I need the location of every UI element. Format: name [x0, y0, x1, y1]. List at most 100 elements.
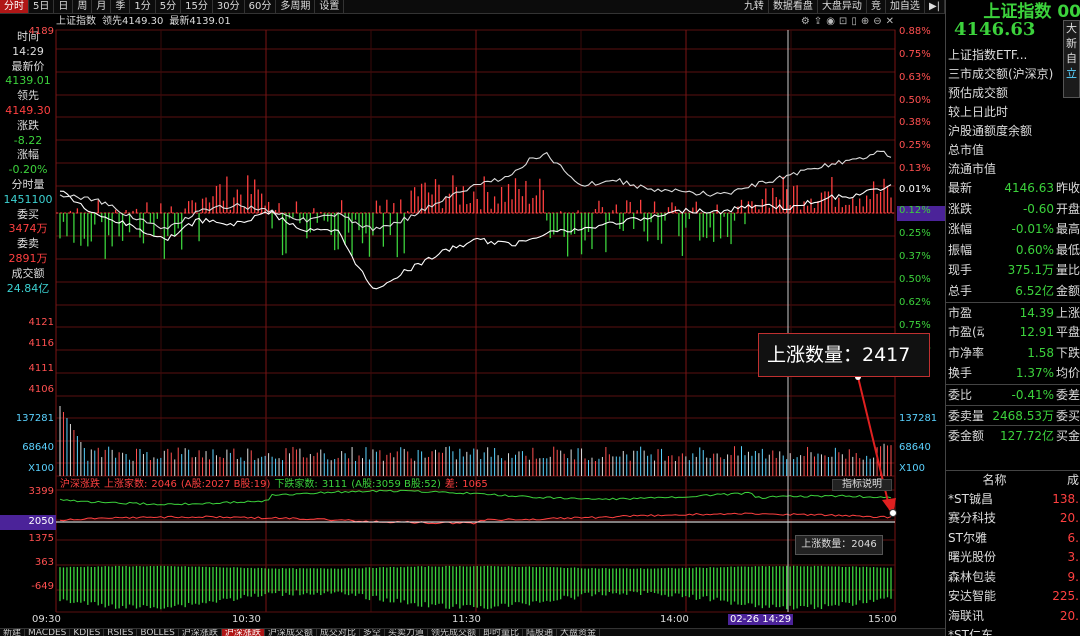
- indicator-tab[interactable]: MACDES: [25, 629, 71, 636]
- diff-label: 差:: [444, 479, 459, 490]
- sidebar-item[interactable]: 总市值: [948, 141, 1080, 160]
- stock-name: *ST铖昌: [948, 491, 993, 506]
- axis-tick-label: 0.63%: [899, 72, 931, 83]
- side-button[interactable]: 立: [1064, 66, 1079, 81]
- axis-tick-label: 4111: [28, 363, 54, 374]
- quote-grid-row: 涨跌 -0.60 开盘: [946, 199, 1080, 220]
- quote-sidebar: 上证指数 00 4146.63 上证指数ETF... 三市成交额(沪深京) 预估成交…: [945, 0, 1080, 636]
- grid-label-right: 均价: [1056, 366, 1080, 381]
- side-button[interactable]: 新: [1064, 36, 1079, 51]
- axis-tick-label: 137281: [15, 413, 54, 424]
- axis-tick-label: 0.12%: [899, 205, 931, 216]
- side-button[interactable]: 大: [1064, 21, 1079, 36]
- indicator-tab[interactable]: 沪深成交额: [265, 629, 317, 636]
- sidebar-item[interactable]: 较上日此时: [948, 103, 1080, 122]
- stock-price: 20.: [1059, 511, 1079, 525]
- stock-header: 名称 成: [946, 470, 1080, 490]
- grid-label: 换手: [948, 366, 973, 381]
- indicator-tab[interactable]: KDJES: [70, 629, 105, 636]
- stock-row[interactable]: *ST铖昌 138.: [946, 490, 1080, 510]
- grid-label: 振幅: [948, 242, 973, 257]
- indicator-tab[interactable]: 买卖力道: [385, 629, 428, 636]
- quote-grid-row: 委金额 127.72亿 买金: [946, 425, 1080, 446]
- grid-label-right: 昨收: [1056, 181, 1080, 195]
- stock-row[interactable]: 海联讯 20.: [946, 607, 1080, 627]
- side-button[interactable]: 自: [1064, 51, 1079, 66]
- grid-value: 12.91: [1019, 325, 1054, 340]
- indicator-tab[interactable]: 新建: [0, 629, 26, 636]
- indicator-tab[interactable]: 沪深涨跌: [221, 629, 265, 636]
- sidebar-item[interactable]: 沪股通额度余额: [948, 122, 1080, 141]
- side-buttons[interactable]: 大新自立: [1063, 20, 1080, 98]
- stock-price: 9.: [1067, 569, 1079, 584]
- grid-label-right: 金额: [1056, 283, 1080, 298]
- indicator-tab[interactable]: BOLLES: [137, 629, 179, 636]
- indicator-explain-button[interactable]: 指标说明: [832, 479, 892, 491]
- cursor-time: 02-26 14:29: [728, 614, 794, 625]
- stock-row[interactable]: 森林包装 9.: [946, 568, 1080, 588]
- grid-label: 总手: [948, 283, 973, 298]
- sidebar-price: 4146.63: [954, 19, 1036, 40]
- stock-row[interactable]: ST尔雅 6.: [946, 529, 1080, 549]
- time-tick: 11:30: [452, 614, 481, 625]
- axis-tick-label: 0.25%: [899, 140, 931, 151]
- sidebar-item[interactable]: 流通市值: [948, 160, 1080, 179]
- stock-list: 名称 成 *ST铖昌 138. 赛分科技 20. ST尔雅 6. 曙光股份 3. 森林包装 9. 安达智…: [946, 470, 1080, 636]
- stock-name: 森林包装: [948, 569, 997, 584]
- up-count-callout: 上涨数量：2417: [758, 333, 930, 377]
- stock-row[interactable]: 赛分科技 20.: [946, 509, 1080, 529]
- axis-tick-label: X100: [28, 463, 54, 474]
- axis-tick-label: 0.75%: [899, 49, 931, 60]
- up-detail: (A股:2027 B股:19): [180, 479, 271, 490]
- sidebar-item[interactable]: 三市成交额(沪深京): [948, 65, 1080, 84]
- axis-tick-label: -649: [31, 581, 54, 592]
- quote-grid-row: 现手 375.1万 量比: [946, 260, 1080, 281]
- stock-row[interactable]: *ST仁东: [946, 626, 1080, 636]
- time-tick: 14:00: [660, 614, 689, 625]
- grid-label-right: 平盘: [1056, 325, 1080, 340]
- indicator-tab[interactable]: 领先成交额: [428, 629, 480, 636]
- indicator-tab[interactable]: 多空: [360, 629, 385, 636]
- axis-tick-label: 4116: [28, 338, 54, 349]
- breadth-header: 沪深涨跌 上涨家数: 2046 (A股:2027 B股:19) 下跌家数: 31…: [60, 479, 895, 491]
- grid-value: -0.60: [1022, 201, 1054, 216]
- indicator-tab[interactable]: 即时量比: [480, 629, 523, 636]
- grid-label: 委金额: [948, 429, 984, 444]
- grid-value: 375.1万: [1007, 263, 1054, 278]
- indicator-tab[interactable]: RSIES: [104, 629, 138, 636]
- stock-name: 海联讯: [948, 608, 985, 623]
- grid-value: 0.60%: [1015, 242, 1054, 257]
- grid-label-right: 量比: [1056, 263, 1080, 278]
- up-label: 上涨家数:: [104, 479, 148, 490]
- stock-price: [1041, 626, 1080, 636]
- grid-value: 4146.63: [1004, 181, 1054, 195]
- down-value: 3111: [321, 479, 348, 490]
- indicator-tab[interactable]: 大盘资金: [557, 629, 601, 636]
- stock-price: 6.: [1067, 530, 1079, 545]
- grid-label: 最新: [948, 181, 973, 195]
- grid-label-right: 上涨: [1056, 305, 1080, 320]
- indicator-tab[interactable]: 陆股通: [523, 629, 557, 636]
- indicator-tab[interactable]: 沪深涨跌: [179, 629, 222, 636]
- diff-value: 1065: [462, 479, 488, 490]
- indicator-tab[interactable]: 成交对比: [317, 629, 360, 636]
- sidebar-item[interactable]: 预估成交额: [948, 84, 1080, 103]
- stock-row[interactable]: 安达智能 225.: [946, 587, 1080, 607]
- time-tick: 10:30: [232, 614, 261, 625]
- grid-value: 1.58: [1027, 345, 1054, 360]
- stock-name: 安达智能: [948, 589, 997, 603]
- grid-value: 127.72亿: [1000, 429, 1054, 444]
- grid-label: 涨幅: [948, 222, 973, 237]
- axis-tick-label: 137281: [899, 413, 938, 424]
- indicator-tabs: 新建 MACDES KDJES RSIES BOLLES 沪深涨跌 沪深涨跌 沪深成交额 成交对…: [0, 628, 945, 636]
- sidebar-item[interactable]: 上证指数ETF...: [948, 46, 1080, 65]
- stock-name: *ST仁东: [948, 628, 993, 636]
- quote-grid: 最新 4146.63 昨收 涨跌 -0.60 开盘 涨幅 -0.01% 最高 振幅 0.60% 最低现…: [946, 178, 1080, 446]
- stock-row[interactable]: 曙光股份 3.: [946, 548, 1080, 568]
- axis-tick-label: 1375: [28, 533, 54, 544]
- trading-screen: 分时 5日日周月季 1分 5分 15分 30分 60分 多周期 设置 九转 数据看盘 大盘异动竞加自选…: [0, 0, 1080, 636]
- axis-tick-label: 68640: [899, 442, 931, 453]
- grid-value: -0.41%: [1011, 387, 1054, 402]
- axis-tick-label: 363: [34, 557, 54, 568]
- axis-tick-label: 0.75%: [899, 320, 931, 331]
